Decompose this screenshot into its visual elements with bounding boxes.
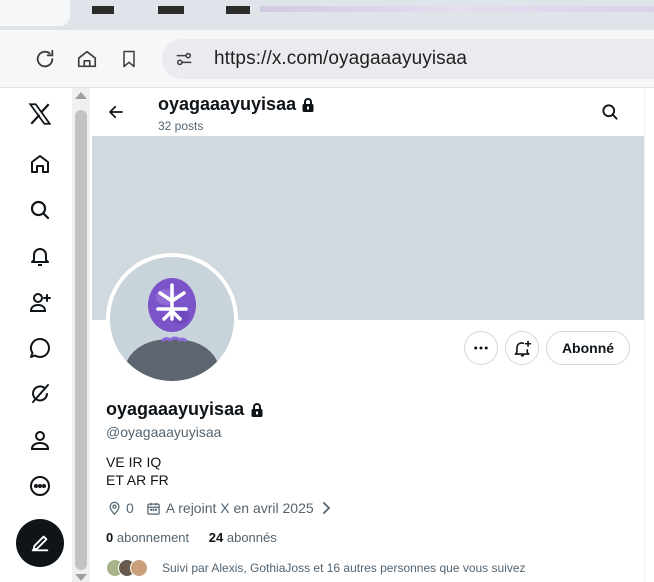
following-button[interactable]: Abonné [546, 331, 630, 365]
scroll-up-arrow[interactable] [75, 92, 87, 99]
profile-bio: VE IR IQ ET AR FR [106, 453, 169, 489]
compose-post-button[interactable] [16, 519, 64, 567]
follower-avatar [130, 559, 148, 577]
nav-explore[interactable] [20, 190, 60, 230]
back-arrow-icon [109, 105, 123, 119]
right-column-edge [644, 88, 654, 582]
following-count: 0 [106, 530, 114, 545]
header-name: oyagaaayuyisaa [158, 94, 315, 115]
lock-icon [302, 97, 314, 112]
browser-tab-strip [0, 0, 654, 30]
more-options-button[interactable] [464, 331, 498, 365]
browser-tab[interactable] [0, 0, 70, 26]
x-logo-icon [28, 103, 52, 125]
page-scrollbar[interactable] [72, 88, 90, 582]
bio-line: ET AR FR [106, 472, 169, 488]
bookmark-icon [123, 50, 135, 68]
calendar-icon [146, 500, 162, 516]
lock-icon [251, 402, 263, 417]
url-text[interactable]: https://x.com/oyagaaayuyisaa [214, 48, 467, 70]
header-post-count: 32 posts [158, 119, 204, 133]
nav-follow[interactable] [20, 282, 60, 322]
profile-avatar[interactable] [106, 253, 238, 385]
search-icon [602, 104, 618, 120]
grok-icon [32, 384, 49, 403]
nav-grok[interactable] [20, 374, 60, 414]
chevron-right-icon[interactable] [318, 500, 334, 516]
following-label: abonnement [116, 530, 190, 545]
followed-by-text: Suivi par Alexis, GothiaJoss et 16 autre… [162, 561, 526, 575]
profile-display-name: oyagaaayuyisaa [106, 399, 264, 420]
location-text: 0 [126, 500, 134, 516]
nav-home[interactable] [20, 144, 60, 184]
following-link[interactable]: 0 abonnement [106, 530, 189, 545]
notifications-icon [31, 248, 49, 266]
tab-strip-fragment [158, 6, 184, 14]
avatar-image [110, 257, 234, 381]
join-date-text: A rejoint X en avril 2025 [165, 500, 314, 516]
tab-strip-fragment [92, 6, 114, 14]
nav-notifications[interactable] [20, 236, 60, 276]
reload-button[interactable] [28, 42, 62, 76]
tab-strip-fragment [226, 6, 250, 14]
messages-icon [29, 337, 50, 358]
home-button[interactable] [70, 42, 104, 76]
nav-messages[interactable] [20, 328, 60, 368]
home-icon [77, 50, 97, 68]
more-icon [30, 476, 50, 496]
reload-icon [36, 49, 54, 68]
browser-toolbar: https://x.com/oyagaaayuyisaa [0, 30, 654, 88]
back-button[interactable] [104, 100, 128, 124]
profile-icon [30, 431, 50, 450]
followers-count: 24 [208, 530, 224, 545]
profile-name-text: oyagaaayuyisaa [106, 399, 245, 419]
follow-icon [29, 293, 51, 312]
profile-meta: 0 A rejoint X en avril 2025 [106, 500, 338, 516]
bookmark-button[interactable] [112, 42, 146, 76]
follow-counts: 0 abonnement 24 abonnés [106, 530, 277, 545]
scroll-thumb[interactable] [75, 110, 87, 570]
default-avatar-picture [110, 257, 234, 381]
nav-x-logo[interactable] [20, 94, 60, 134]
followers-link[interactable]: 24 abonnés [209, 530, 277, 545]
location-icon [106, 500, 122, 516]
address-bar[interactable]: https://x.com/oyagaaayuyisaa [162, 39, 654, 79]
profile-header-bar: oyagaaayuyisaa 32 posts [92, 88, 644, 136]
home-icon [31, 155, 49, 173]
compose-icon [31, 535, 49, 552]
tab-strip-fragment [260, 6, 654, 12]
header-name-text: oyagaaayuyisaa [158, 94, 297, 114]
nav-profile[interactable] [20, 420, 60, 460]
more-horizontal-icon [474, 346, 488, 350]
profile-main-column: oyagaaayuyisaa 32 posts Abonné oyagaaayu… [92, 88, 644, 582]
scroll-down-arrow[interactable] [75, 574, 87, 581]
bell-plus-icon [514, 340, 531, 356]
x-sidebar-nav [0, 88, 72, 582]
followed-by-row[interactable]: Suivi par Alexis, GothiaJoss et 16 autre… [106, 557, 526, 579]
notify-button[interactable] [505, 331, 539, 365]
site-settings-button[interactable] [172, 47, 196, 71]
nav-more[interactable] [20, 466, 60, 506]
bio-line: VE IR IQ [106, 454, 162, 470]
site-settings-icon [176, 52, 192, 66]
search-icon [30, 200, 50, 220]
header-search-button[interactable] [598, 100, 622, 124]
profile-handle: @oyagaaayuyisaa [106, 424, 222, 440]
followers-label: abonnés [226, 530, 277, 545]
